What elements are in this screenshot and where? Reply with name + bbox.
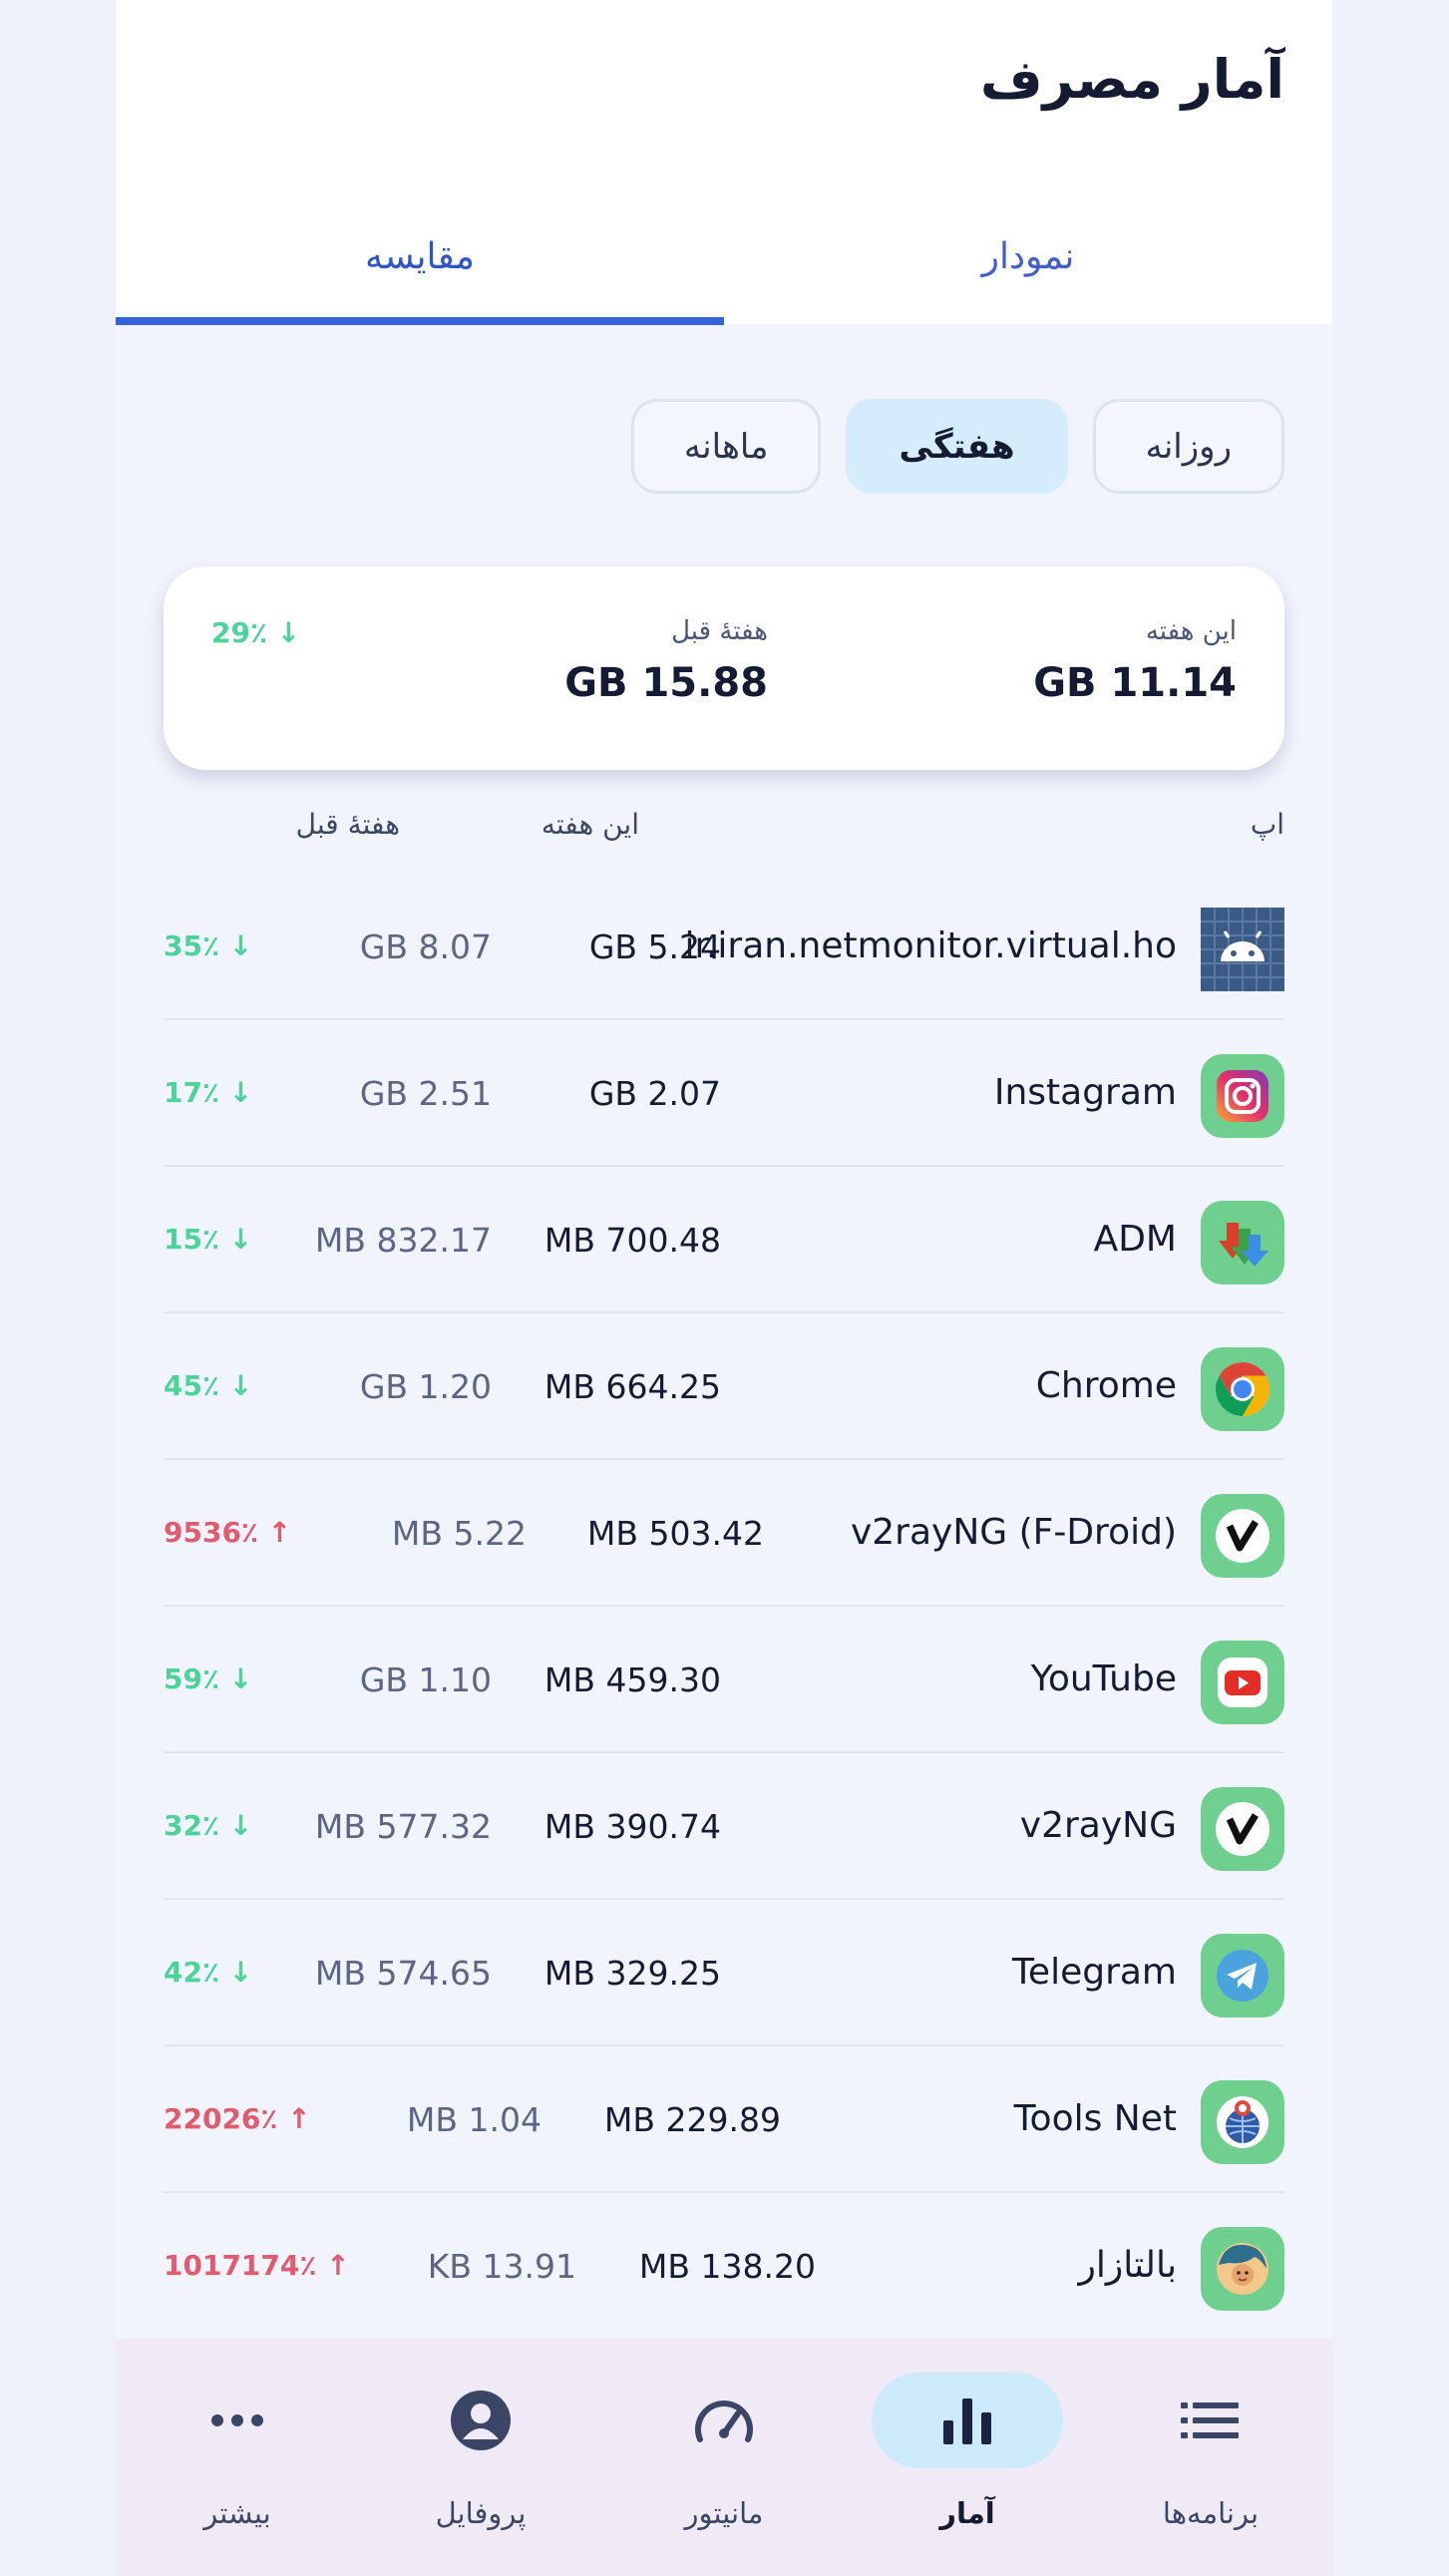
- page-title: آمار مصرف: [979, 48, 1284, 111]
- speedometer-icon: [628, 2373, 820, 2468]
- profile-icon: [385, 2373, 576, 2468]
- adm-icon: [1201, 1201, 1284, 1285]
- this-week-usage: MB 664.25: [543, 1367, 721, 1406]
- this-week-usage: MB 503.42: [586, 1514, 764, 1553]
- nav-label: برنامه‌ها: [1162, 2496, 1260, 2530]
- app-usage-list: ir.iran.netmonitor.virtual.ho GB 5.24 GB…: [164, 874, 1284, 2340]
- change-badge: 35٪ ↓: [164, 929, 253, 962]
- prev-week-usage: MB 577.32: [314, 1807, 492, 1846]
- app-name: Instagram: [993, 1072, 1177, 1113]
- this-week-usage: MB 459.30: [543, 1660, 721, 1699]
- period-daily-chip[interactable]: روزانه: [1092, 399, 1284, 494]
- this-week-summary: این هفته GB 11.14: [1033, 616, 1237, 706]
- table-row[interactable]: YouTube MB 459.30 GB 1.10 59٪ ↓: [164, 1607, 1284, 1753]
- youtube-icon: [1201, 1641, 1284, 1724]
- prev-week-usage: MB 574.65: [314, 1954, 492, 1993]
- this-week-label: این هفته: [1145, 616, 1237, 646]
- tab-bar: نمودار مقایسه: [116, 189, 1332, 324]
- list-icon: [1115, 2373, 1306, 2468]
- this-week-usage: GB 5.24: [588, 927, 721, 966]
- nav-item-monitor[interactable]: مانیتور: [602, 2339, 846, 2576]
- period-monthly-chip[interactable]: ماهانه: [630, 399, 822, 494]
- prev-week-usage: GB 1.10: [359, 1660, 492, 1699]
- prev-week-usage: MB 5.22: [391, 1514, 527, 1553]
- table-row[interactable]: ADM MB 700.48 MB 832.17 15٪ ↓: [164, 1167, 1284, 1313]
- prev-week-usage: GB 8.07: [359, 927, 492, 966]
- this-week-usage: MB 229.89: [603, 2100, 781, 2139]
- prev-week-usage: MB 832.17: [314, 1221, 492, 1260]
- table-row[interactable]: Tools Net MB 229.89 MB 1.04 22026٪ ↑: [164, 2046, 1284, 2193]
- this-week-usage: MB 329.25: [543, 1954, 721, 1993]
- column-header-prev-week: هفتهٔ قبل: [295, 808, 400, 841]
- change-badge: 22026٪ ↑: [164, 2102, 311, 2135]
- nav-item-apps[interactable]: برنامه‌ها: [1089, 2339, 1332, 2576]
- active-tab-indicator: [116, 317, 724, 325]
- change-badge: 32٪ ↓: [164, 1809, 253, 1842]
- app-name: v2rayNG: [1019, 1805, 1177, 1846]
- tab-compare[interactable]: مقایسه: [116, 189, 724, 324]
- nav-item-stats[interactable]: آمار: [846, 2339, 1089, 2576]
- tab-chart[interactable]: نمودار: [724, 189, 1332, 324]
- bottom-navigation: برنامه‌ها آمار: [116, 2339, 1332, 2576]
- change-badge: 42٪ ↓: [164, 1956, 253, 1989]
- prev-week-usage: GB 2.51: [359, 1074, 492, 1113]
- table-row[interactable]: ir.iran.netmonitor.virtual.ho GB 5.24 GB…: [164, 874, 1284, 1020]
- app-name: Telegram: [1012, 1952, 1177, 1993]
- change-badge: 1017174٪ ↑: [164, 2249, 350, 2282]
- column-header-app: اپ: [1250, 808, 1284, 841]
- v2ray-icon: [1201, 1494, 1284, 1578]
- summary-change-badge: 29٪ ↓: [211, 616, 301, 649]
- this-week-usage: GB 2.07: [588, 1074, 721, 1113]
- nav-label: بیشتر: [203, 2496, 271, 2530]
- table-row[interactable]: v2rayNG MB 390.74 MB 577.32 32٪ ↓: [164, 1753, 1284, 1900]
- this-week-total: GB 11.14: [1033, 660, 1237, 706]
- this-week-usage: MB 390.74: [543, 1807, 721, 1846]
- change-badge: 9536٪ ↑: [164, 1516, 292, 1549]
- prev-week-usage: MB 1.04: [406, 2100, 542, 2139]
- android-icon: [1201, 908, 1284, 991]
- prev-week-summary: هفتهٔ قبل GB 15.88: [564, 616, 768, 706]
- prev-week-usage: KB 13.91: [427, 2247, 576, 2286]
- period-weekly-chip[interactable]: هفتگی: [846, 399, 1068, 494]
- table-row[interactable]: v2rayNG (F-Droid) MB 503.42 MB 5.22 9536…: [164, 1460, 1284, 1607]
- this-week-usage: MB 700.48: [543, 1221, 721, 1260]
- toolsnet-icon: [1201, 2080, 1284, 2164]
- app-name: Tools Net: [1013, 2098, 1177, 2139]
- v2ray-icon: [1201, 1787, 1284, 1871]
- avatar-icon: [1201, 2227, 1284, 2311]
- app-name: ADM: [1093, 1219, 1177, 1260]
- app-name: بالتازار: [1078, 2245, 1177, 2286]
- app-root: آمار مصرف نمودار مقایسه روزانه هفتگی ماه…: [116, 0, 1332, 2576]
- period-selector: روزانه هفتگی ماهانه: [630, 399, 1284, 494]
- header: آمار مصرف نمودار مقایسه: [116, 0, 1332, 325]
- table-row[interactable]: بالتازار MB 138.20 KB 13.91 1017174٪ ↑: [164, 2193, 1284, 2340]
- more-icon: [142, 2373, 333, 2468]
- change-badge: 45٪ ↓: [164, 1369, 253, 1402]
- app-name: Chrome: [1035, 1365, 1177, 1406]
- table-row[interactable]: Telegram MB 329.25 MB 574.65 42٪ ↓: [164, 1900, 1284, 2046]
- this-week-usage: MB 138.20: [638, 2247, 816, 2286]
- chrome-icon: [1201, 1347, 1284, 1431]
- app-name: ir.iran.netmonitor.virtual.ho: [684, 925, 1177, 966]
- app-name: v2rayNG (F-Droid): [850, 1512, 1177, 1553]
- change-badge: 17٪ ↓: [164, 1076, 253, 1109]
- app-name: YouTube: [1030, 1658, 1177, 1699]
- change-badge: 59٪ ↓: [164, 1662, 253, 1695]
- column-header-this-week: این هفته: [541, 808, 639, 841]
- prev-week-label: هفتهٔ قبل: [671, 616, 768, 646]
- summary-card: این هفته GB 11.14 هفتهٔ قبل GB 15.88 29٪…: [164, 566, 1284, 770]
- instagram-icon: [1201, 1054, 1284, 1138]
- prev-week-total: GB 15.88: [564, 660, 768, 706]
- table-row[interactable]: Chrome MB 664.25 GB 1.20 45٪ ↓: [164, 1313, 1284, 1460]
- nav-label: مانیتور: [684, 2496, 764, 2530]
- change-badge: 15٪ ↓: [164, 1223, 253, 1256]
- nav-label: آمار: [939, 2496, 995, 2530]
- table-row[interactable]: Instagram GB 2.07 GB 2.51 17٪ ↓: [164, 1020, 1284, 1167]
- bar-chart-icon: [872, 2373, 1063, 2468]
- nav-label: پروفایل: [435, 2496, 527, 2530]
- telegram-icon: [1201, 1934, 1284, 2018]
- nav-item-profile[interactable]: پروفایل: [359, 2339, 602, 2576]
- prev-week-usage: GB 1.20: [359, 1367, 492, 1406]
- nav-item-more[interactable]: بیشتر: [116, 2339, 359, 2576]
